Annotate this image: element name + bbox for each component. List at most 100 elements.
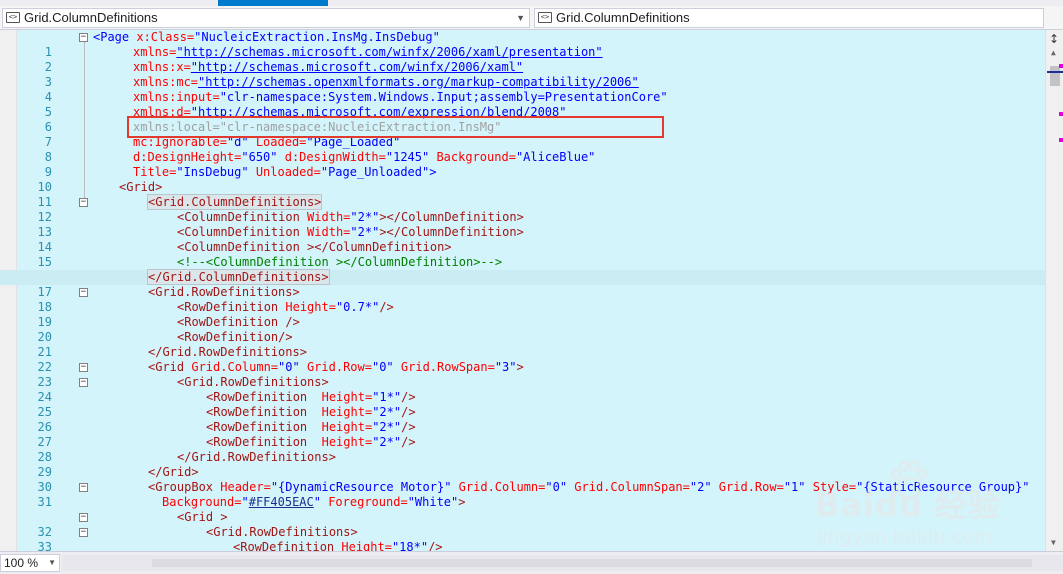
watermark-brand: Baidu 经验 [815,486,1001,524]
xml-value: "clr-namespace:System.Windows.Input;asse… [219,90,668,104]
code-line[interactable]: 4 xmlns:mc="http://schemas.openxmlformat… [0,75,1045,104]
code-line[interactable]: 9 d:DesignHeight="650" d:DesignWidth="12… [0,150,1045,179]
code-line[interactable]: 14 <ColumnDefinition Width="2*"></Column… [0,225,1045,254]
split-view-icon[interactable]: ↕ [1049,32,1059,46]
type-dropdown[interactable]: <> Grid.ColumnDefinitions ▼ [2,8,530,28]
xml-element: <RowDefinition [206,405,308,419]
xml-element: <RowDefinition [177,300,279,314]
xml-attr: Height= [307,405,373,419]
xml-element: <ColumnDefinition [177,225,300,239]
xml-attr: Width= [299,225,351,239]
xml-attr: Height= [278,300,336,314]
xml-bracket: > [429,165,437,179]
caret-marker [1047,71,1063,73]
code-line[interactable]: 23 − <Grid Grid.Column="0" Grid.Row="0" … [0,360,1045,389]
xml-value: "2*" [372,435,402,449]
code-line[interactable]: 24 − <Grid.RowDefinitions> [0,375,1045,404]
xml-value: "18*" [391,540,429,551]
xml-attr: Height= [307,435,373,449]
xml-comment: <!--<ColumnDefinition ></ColumnDefinitio… [177,255,503,269]
xml-value: "0" [278,360,300,374]
xml-element: ></ColumnDefinition> [379,225,524,239]
xml-value: "1" [783,480,806,494]
xml-value: "2*" [350,210,380,224]
collapse-icon[interactable]: − [79,363,88,372]
xml-attr: Grid.RowSpan= [393,360,495,374]
code-line[interactable]: 19 <RowDefinition Height="0.7*"/> [0,300,1045,329]
code-line[interactable]: 20 <RowDefinition /> [0,315,1045,344]
collapse-icon[interactable]: − [79,513,88,522]
code-line[interactable]: 21 <RowDefinition/> [0,330,1045,359]
xml-element: /> [401,405,416,419]
chevron-down-icon: ▼ [516,13,525,23]
xml-element: > [458,495,466,509]
collapse-icon[interactable]: − [79,33,88,42]
navigation-bar: <> Grid.ColumnDefinitions ▼ <> Grid.Colu… [0,6,1063,30]
code-line[interactable]: 13 <ColumnDefinition Width="2*"></Column… [0,210,1045,239]
xml-value: "0.7*" [335,300,380,314]
xml-value: "2*" [372,405,402,419]
horizontal-scrollbar[interactable] [62,555,1063,571]
code-line[interactable]: 22 </Grid.RowDefinitions> [0,345,1045,374]
collapse-icon[interactable]: − [79,483,88,492]
code-line[interactable]: 1 − <Page x:Class="NucleicExtraction.Ins… [0,30,1045,59]
collapse-icon[interactable]: − [79,378,88,387]
code-line[interactable]: 26 <RowDefinition Height="2*"/> [0,405,1045,434]
xml-element: <Grid.RowDefinitions> [148,285,300,299]
code-line-current[interactable]: 17 </Grid.ColumnDefinitions> [0,269,1045,299]
code-line[interactable]: 16 <!--<ColumnDefinition ></ColumnDefini… [0,255,1045,284]
type-dropdown-label: Grid.ColumnDefinitions [24,10,158,25]
code-line[interactable]: 15 <ColumnDefinition ></ColumnDefinition… [0,240,1045,269]
member-dropdown-label: Grid.ColumnDefinitions [556,10,690,25]
xml-element: </Grid> [148,465,199,479]
xml-attr: d:DesignHeight= [133,150,242,164]
color-value[interactable]: #FF405EAC [249,495,314,509]
code-line[interactable]: 27 <RowDefinition Height="2*"/> [0,420,1045,449]
code-line[interactable]: 2 xmlns="http://schemas.microsoft.com/wi… [0,45,1045,74]
code-line[interactable]: 11 <Grid> [0,180,1045,209]
xml-value: "NucleicExtraction.InsMg.InsDebug" [194,30,440,44]
xml-attr: Grid.Column= [184,360,279,374]
xml-attr: Height= [307,420,373,434]
xml-value: "650" [241,150,278,164]
xml-element: <ColumnDefinition [177,210,300,224]
code-line[interactable]: 18 − <Grid.RowDefinitions> [0,285,1045,314]
xml-attr: Height= [334,540,392,551]
vertical-scrollbar[interactable]: ↕ ▲ ▼ [1045,30,1063,551]
code-line[interactable]: 10 Title="InsDebug" Unloaded="Page_Unloa… [0,165,1045,194]
collapse-icon[interactable]: − [79,288,88,297]
collapse-icon[interactable]: − [79,528,88,537]
xml-value: " [241,495,249,509]
xml-attr: Background= [429,150,516,164]
xml-element: <RowDefinition /> [177,315,300,329]
code-line[interactable]: 25 <RowDefinition Height="1*"/> [0,390,1045,419]
xml-value: "2*" [350,225,380,239]
xml-element-highlighted: </Grid.ColumnDefinitions> [147,269,330,285]
xml-element: <ColumnDefinition ></ColumnDefinition> [177,240,452,254]
xml-attr: xmlns= [133,45,177,59]
xml-element: <Grid.RowDefinitions> [177,375,329,389]
xml-link-value[interactable]: "http://schemas.microsoft.com/winfx/2006… [176,45,602,59]
zoom-dropdown[interactable]: 100 % ▼ [0,554,60,572]
collapse-icon[interactable]: − [79,198,88,207]
code-line[interactable]: 12 − <Grid.ColumnDefinitions> [0,194,1045,224]
code-line[interactable]: 5 xmlns:input="clr-namespace:System.Wind… [0,90,1045,119]
xml-link-value[interactable]: "http://schemas.openxmlformats.org/marku… [198,75,639,89]
scrollbar-thumb[interactable] [1050,66,1060,86]
scroll-up-icon[interactable]: ▲ [1051,48,1056,57]
xml-value: " [313,495,321,509]
xml-element: /> [401,390,416,404]
zoom-level: 100 % [4,556,39,570]
chevron-down-icon: ▼ [48,558,56,567]
editor-status-bar: 100 % ▼ [0,551,1063,574]
xml-attr: xmlns:mc= [133,75,199,89]
xml-link-value[interactable]: "http://schemas.microsoft.com/winfx/2006… [191,60,523,74]
member-dropdown[interactable]: <> Grid.ColumnDefinitions [534,8,1044,28]
xml-element: <Grid> [119,180,163,194]
scroll-down-icon[interactable]: ▼ [1051,538,1056,547]
xml-attr: Grid.Column= [451,480,546,494]
xml-element: </Grid.RowDefinitions> [177,450,336,464]
code-line[interactable]: 28 <RowDefinition Height="2*"/> [0,435,1045,464]
code-line[interactable]: 3 xmlns:x="http://schemas.microsoft.com/… [0,60,1045,89]
scrollbar-thumb[interactable] [152,559,1032,567]
